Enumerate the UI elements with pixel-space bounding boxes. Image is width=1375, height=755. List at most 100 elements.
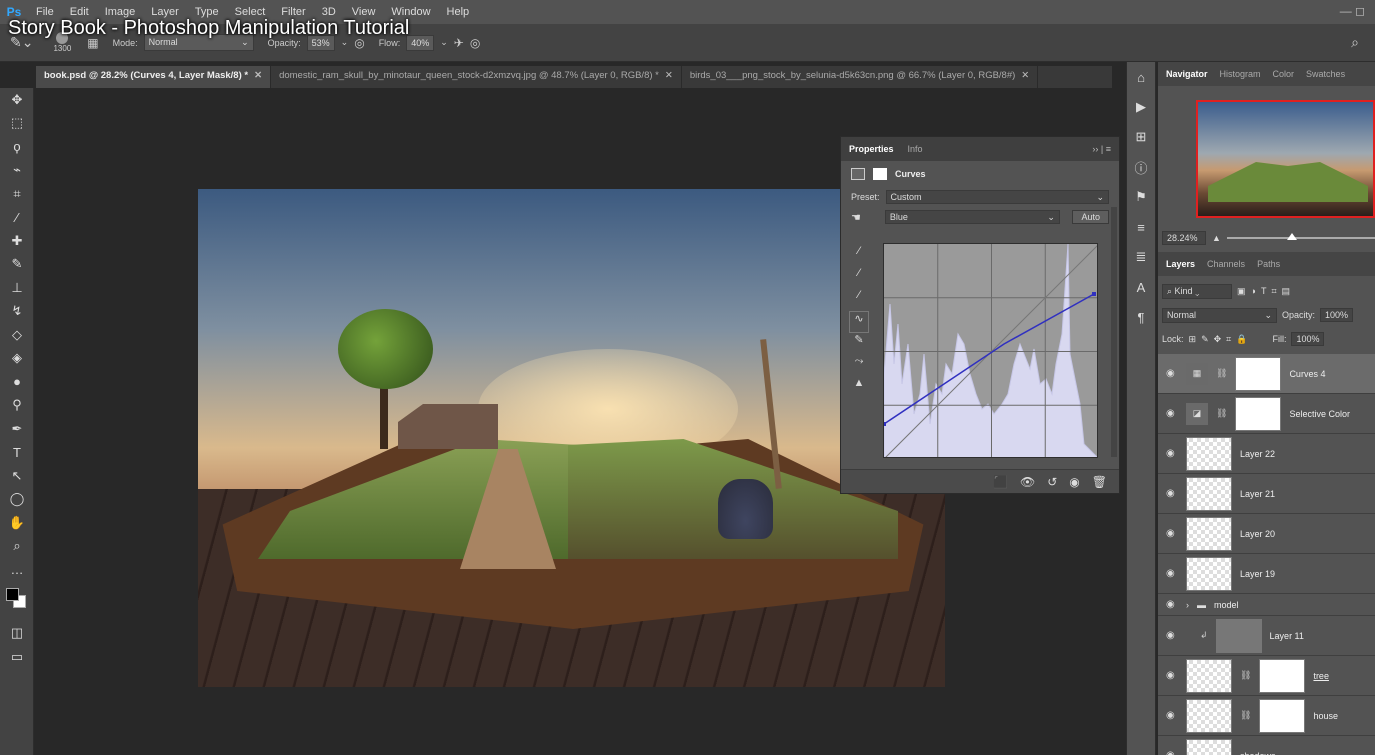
layer-row-layer-19[interactable]: ◉ Layer 19 [1158, 554, 1375, 594]
type-tool-icon[interactable]: T [0, 441, 34, 465]
paint-bucket-tool-icon[interactable]: ◈ [0, 347, 34, 371]
dodge-tool-icon[interactable]: ⚲ [0, 394, 34, 418]
paragraph-panel-icon[interactable]: ¶ [1127, 302, 1155, 332]
visibility-eye-icon[interactable]: ◉ [1166, 599, 1178, 610]
more-tools-icon[interactable]: … [0, 558, 34, 582]
eyedropper-tool-icon[interactable]: ⁄ [0, 206, 34, 230]
color-swatches[interactable] [0, 582, 34, 622]
curve-point[interactable] [884, 422, 886, 426]
flow-dropdown-icon[interactable]: ⌄ [440, 37, 448, 48]
close-icon[interactable]: ✕ [665, 70, 673, 81]
path-select-tool-icon[interactable]: ↖ [0, 464, 34, 488]
layer-row-layer-21[interactable]: ◉ Layer 21 [1158, 474, 1375, 514]
tab-paths[interactable]: Paths [1257, 259, 1280, 269]
lasso-tool-icon[interactable]: ϙ [0, 135, 34, 159]
layer-mask-thumbnail[interactable] [1235, 356, 1282, 391]
quick-select-tool-icon[interactable]: ⌁ [0, 159, 34, 183]
kind-filter[interactable]: ⌕ Kind ⌄ [1162, 283, 1232, 299]
visibility-eye-icon[interactable]: ◉ [1166, 408, 1178, 419]
foreground-color-swatch[interactable] [6, 587, 19, 601]
lock-artboard-icon[interactable]: ⌗ [1226, 334, 1231, 345]
tab-ram-skull[interactable]: domestic_ram_skull_by_minotaur_queen_sto… [271, 66, 682, 88]
layer-row-curves-4[interactable]: ◉ ▦ ⛓ Curves 4 [1158, 354, 1375, 394]
lock-transparent-icon[interactable]: ⊞ [1189, 334, 1197, 345]
airbrush-icon[interactable]: ✈ [454, 36, 464, 50]
visibility-eye-icon[interactable]: ◉ [1166, 750, 1178, 755]
filter-pixel-icon[interactable]: ▣ [1237, 286, 1246, 297]
tab-histogram[interactable]: Histogram [1220, 69, 1261, 79]
menu-help[interactable]: Help [439, 6, 478, 18]
marquee-tool-icon[interactable]: ⬚ [0, 112, 34, 136]
visibility-eye-icon[interactable]: ◉ [1166, 488, 1178, 499]
panel-menu-icon[interactable]: ›› | ≡ [1092, 144, 1111, 154]
layer-row-tree[interactable]: ◉ ⛓ tree [1158, 656, 1375, 696]
fill-field[interactable]: 100% [1291, 332, 1325, 346]
pressure-size-icon[interactable]: ◎ [470, 36, 480, 50]
close-icon[interactable]: ✕ [1021, 70, 1029, 81]
mask-icon[interactable] [873, 168, 887, 180]
tab-channels[interactable]: Channels [1207, 259, 1245, 269]
tab-birds[interactable]: birds_03___png_stock_by_selunia-d5k63cn.… [682, 66, 1039, 88]
clipping-warning-icon[interactable]: ▲ [849, 377, 869, 399]
ellipse-tool-icon[interactable]: ◯ [0, 488, 34, 512]
zoom-slider[interactable] [1226, 233, 1375, 240]
blur-tool-icon[interactable]: ● [0, 370, 34, 394]
curves-adjustment-icon[interactable] [851, 168, 865, 180]
layer-mask-thumbnail[interactable] [1235, 396, 1282, 431]
delete-icon[interactable]: 🗑 [1092, 475, 1107, 489]
paragraph-styles-icon[interactable]: ≣ [1127, 242, 1155, 272]
clone-stamp-tool-icon[interactable]: ⊥ [0, 276, 34, 300]
properties-scrollbar[interactable] [1111, 207, 1117, 457]
screen-mode-icon[interactable]: ▭ [0, 645, 34, 669]
lock-all-icon[interactable]: 🔒 [1236, 334, 1247, 345]
brush-settings-icon[interactable]: ≡ [1127, 212, 1155, 242]
tab-color[interactable]: Color [1273, 69, 1295, 79]
adjustments-panel-icon[interactable]: ⊞ [1127, 122, 1155, 152]
healing-tool-icon[interactable]: ✚ [0, 229, 34, 253]
window-controls[interactable]: — ◻ [1340, 4, 1365, 18]
layer-opacity-field[interactable]: 100% [1320, 308, 1354, 322]
tab-book-psd[interactable]: book.psd @ 28.2% (Curves 4, Layer Mask/8… [36, 66, 272, 88]
curve-point[interactable] [1092, 292, 1096, 296]
navigator-thumbnail[interactable] [1196, 100, 1375, 218]
visibility-eye-icon[interactable]: ◉ [1166, 710, 1178, 721]
tab-navigator[interactable]: Navigator [1166, 69, 1208, 79]
info-panel-icon[interactable]: ⓘ [1127, 152, 1155, 182]
filter-shape-icon[interactable]: ⌗ [1271, 286, 1276, 297]
close-icon[interactable]: ✕ [254, 70, 262, 81]
layer-mask-thumbnail[interactable] [1259, 698, 1306, 733]
visibility-eye-icon[interactable]: ◉ [1166, 528, 1178, 539]
pencil-curve-icon[interactable]: ✎ [849, 333, 869, 355]
tab-layers[interactable]: Layers [1166, 259, 1195, 269]
search-icon[interactable]: ⌕ [1351, 34, 1359, 51]
eraser-tool-icon[interactable]: ◇ [0, 323, 34, 347]
visibility-eye-icon[interactable]: ◉ [1166, 630, 1178, 641]
visibility-eye-icon[interactable]: ◉ [1166, 568, 1178, 579]
preset-select[interactable]: Custom ⌄ [885, 190, 1109, 204]
move-tool-icon[interactable]: ✥ [0, 88, 34, 112]
tab-swatches[interactable]: Swatches [1306, 69, 1345, 79]
brush-tool-icon[interactable]: ✎ [0, 253, 34, 277]
filter-type-icon[interactable]: T [1261, 286, 1267, 296]
quick-mask-icon[interactable]: ◫ [0, 622, 34, 646]
brushes-panel-icon[interactable]: ⚑ [1127, 182, 1155, 212]
visibility-eye-icon[interactable]: ◉ [1166, 368, 1178, 379]
filter-adjustment-icon[interactable]: ◑ [1251, 286, 1256, 296]
clip-to-layer-icon[interactable]: ⬛ [993, 475, 1008, 489]
crop-tool-icon[interactable]: ⌗ [0, 182, 34, 206]
blend-mode-select[interactable]: Normal ⌄ [1162, 307, 1277, 323]
lock-pixels-icon[interactable]: ✎ [1201, 334, 1209, 345]
reset-icon[interactable]: ↺ [1047, 475, 1057, 489]
history-brush-tool-icon[interactable]: ↯ [0, 300, 34, 324]
visibility-eye-icon[interactable]: ◉ [1166, 670, 1178, 681]
flow-field[interactable]: 40% [406, 34, 435, 51]
character-panel-icon[interactable]: A [1127, 272, 1155, 302]
layer-group-model[interactable]: ◉ › ▬ model [1158, 594, 1375, 616]
curves-graph[interactable] [883, 243, 1098, 458]
view-previous-icon[interactable]: 👁 [1020, 475, 1035, 489]
smooth-curve-icon[interactable]: ⤳ [849, 355, 869, 377]
visibility-icon[interactable]: ◉ [1069, 475, 1079, 489]
black-point-eyedropper-icon[interactable]: ⁄ [849, 245, 869, 267]
layer-mask-thumbnail[interactable] [1259, 658, 1306, 693]
layer-row-house[interactable]: ◉ ⛓ house [1158, 696, 1375, 736]
